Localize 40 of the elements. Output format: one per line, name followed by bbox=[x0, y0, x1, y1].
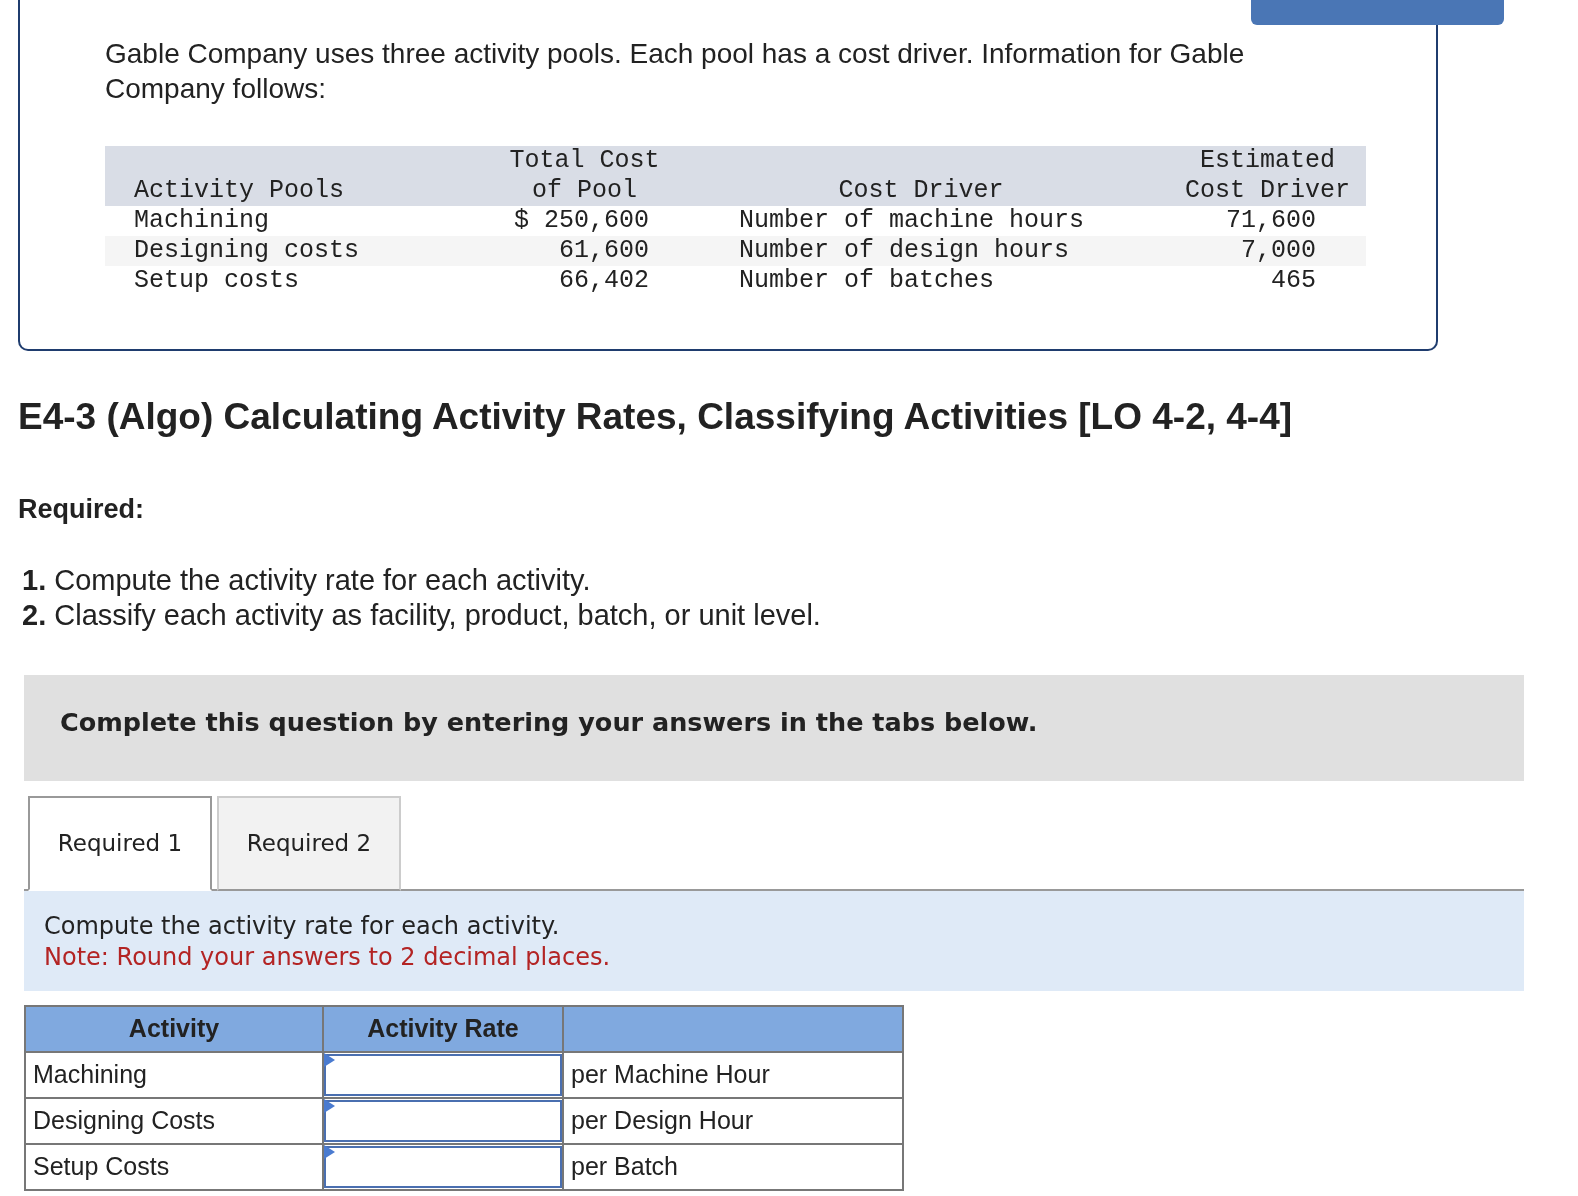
table-cell: 7,000 bbox=[1241, 236, 1316, 265]
instruction-text: Complete this question by entering your answers in the tabs below. bbox=[60, 707, 1038, 737]
answer-field[interactable] bbox=[324, 1054, 562, 1096]
table-cell: per Design Hour bbox=[563, 1098, 903, 1144]
column-header: Activity Rate bbox=[323, 1006, 563, 1052]
column-header: Cost Driver bbox=[838, 176, 1004, 206]
table-cell: Machining bbox=[134, 206, 270, 235]
table-cell: per Batch bbox=[563, 1144, 903, 1190]
exercise-title: E4-3 (Algo) Calculating Activity Rates, Classifying Activities [LO 4-2, 4-4] bbox=[18, 395, 1294, 439]
answer-field[interactable] bbox=[324, 1146, 562, 1188]
table-cell: $ 250,600 bbox=[513, 206, 649, 235]
column-header: Activity bbox=[25, 1006, 323, 1052]
table-cell: 66,402 bbox=[559, 266, 649, 295]
table-cell: Machining bbox=[25, 1052, 323, 1098]
tab[interactable]: Required 1 bbox=[28, 796, 212, 891]
intro-text: Gable Company uses three activity pools. Each pool has a cost driver. Information for Gable Company follows: bbox=[105, 37, 1246, 106]
requirement-text: 2. Classify each activity as facility, product, batch, or unit level. bbox=[22, 598, 821, 633]
column-header: Total Cost of Pool bbox=[509, 146, 660, 206]
table-cell: Number of design hours bbox=[739, 236, 1070, 265]
column-header: Estimated Cost Driver bbox=[1184, 146, 1350, 206]
answer-field[interactable] bbox=[324, 1100, 562, 1142]
prompt-text: Compute the activity rate for each activity. bbox=[44, 911, 560, 942]
table-cell: 465 bbox=[1271, 266, 1316, 295]
marker-icon bbox=[324, 1145, 335, 1159]
table-cell: Designing costs bbox=[134, 236, 360, 265]
requirement-text: 1. Compute the activity rate for each activity. bbox=[22, 563, 591, 598]
tab[interactable]: Required 2 bbox=[217, 796, 401, 891]
table-cell: Number of batches bbox=[739, 266, 995, 295]
table-cell: Setup costs bbox=[134, 266, 300, 295]
marker-icon bbox=[324, 1053, 335, 1067]
marker-icon bbox=[324, 1099, 335, 1113]
table-cell: Designing Costs bbox=[25, 1098, 323, 1144]
required-label: Required: bbox=[18, 493, 144, 526]
note-text: Note: Round your answers to 2 decimal places. bbox=[44, 942, 611, 973]
table-cell: 71,600 bbox=[1226, 206, 1316, 235]
table-cell: Number of machine hours bbox=[739, 206, 1085, 235]
table-cell: per Machine Hour bbox=[563, 1052, 903, 1098]
table-cell: Setup Costs bbox=[25, 1144, 323, 1190]
column-header: Activity Pools bbox=[134, 176, 345, 206]
table-cell: 61,600 bbox=[559, 236, 649, 265]
